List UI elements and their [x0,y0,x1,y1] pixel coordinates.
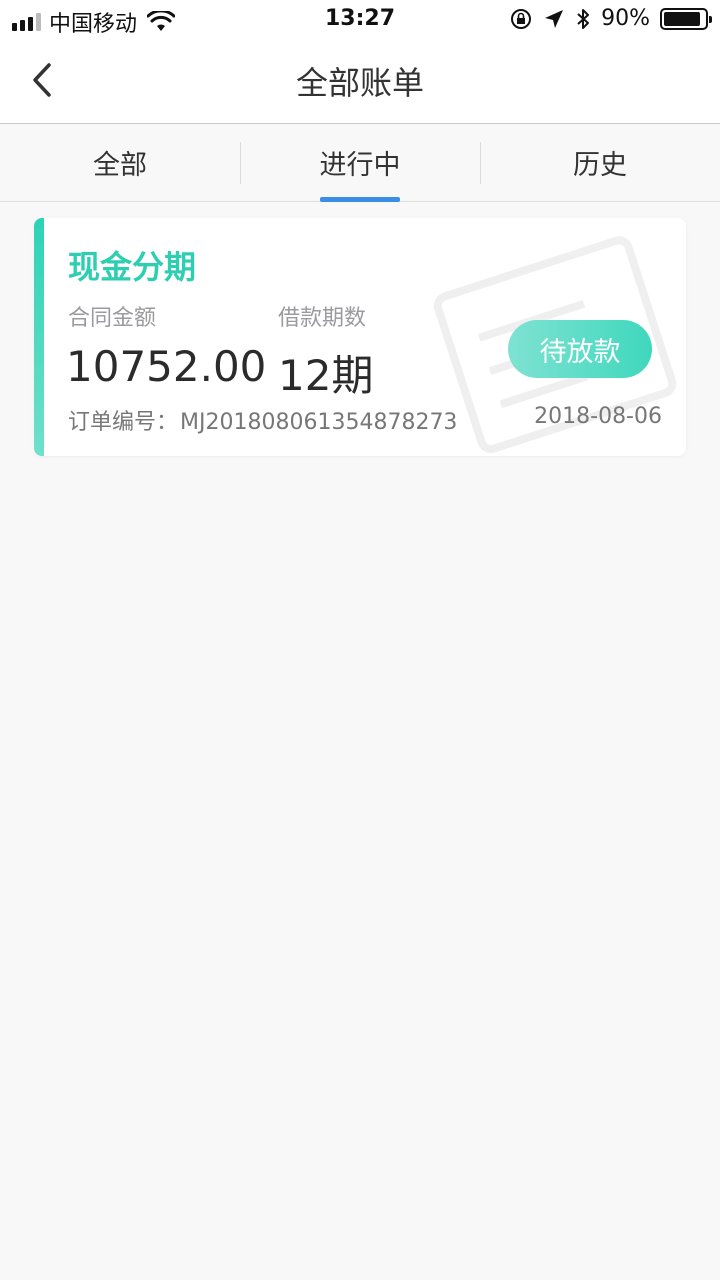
tab-in-progress[interactable]: 进行中 [240,124,480,202]
tab-active-indicator [320,197,400,202]
order-number: 订单编号：MJ20180806135487827​3 [68,404,457,436]
tab-label: 全部 [93,150,147,181]
page-title: 全部账单 [295,64,424,102]
status-bar: 中国移动 13:27 90% [0,0,720,40]
tab-label: 历史 [573,150,627,181]
card-accent-bar [34,218,44,456]
order-number-label: 订单编号： [68,410,179,435]
status-button[interactable]: 待放款 [508,320,652,378]
order-date: 2018-08-06 [534,404,662,429]
contract-amount-value: 10752.00 [66,342,267,391]
bill-card[interactable]: 现金分期 合同金额 借款期数 10752.00 12期 待放款 订单编号：MJ2… [34,218,686,456]
nav-bar: 全部账单 [0,40,720,124]
battery-percent: 90% [601,6,650,31]
location-arrow-icon [545,9,564,28]
status-right: 90% [509,6,712,31]
loan-term-label: 借款期数 [278,306,367,331]
tab-bar: 全部 进行中 历史 [0,124,720,202]
tab-label: 进行中 [319,150,401,181]
order-number-value: MJ20180806135487827​3 [180,410,458,435]
battery-icon [660,7,712,30]
rotation-lock-icon [511,8,532,29]
loan-term-value: 12期 [278,351,374,400]
product-title: 现金分期 [68,248,197,286]
tab-all[interactable]: 全部 [0,124,240,201]
tab-history[interactable]: 历史 [480,124,720,201]
bluetooth-icon [577,8,590,29]
contract-amount-label: 合同金额 [68,306,157,331]
